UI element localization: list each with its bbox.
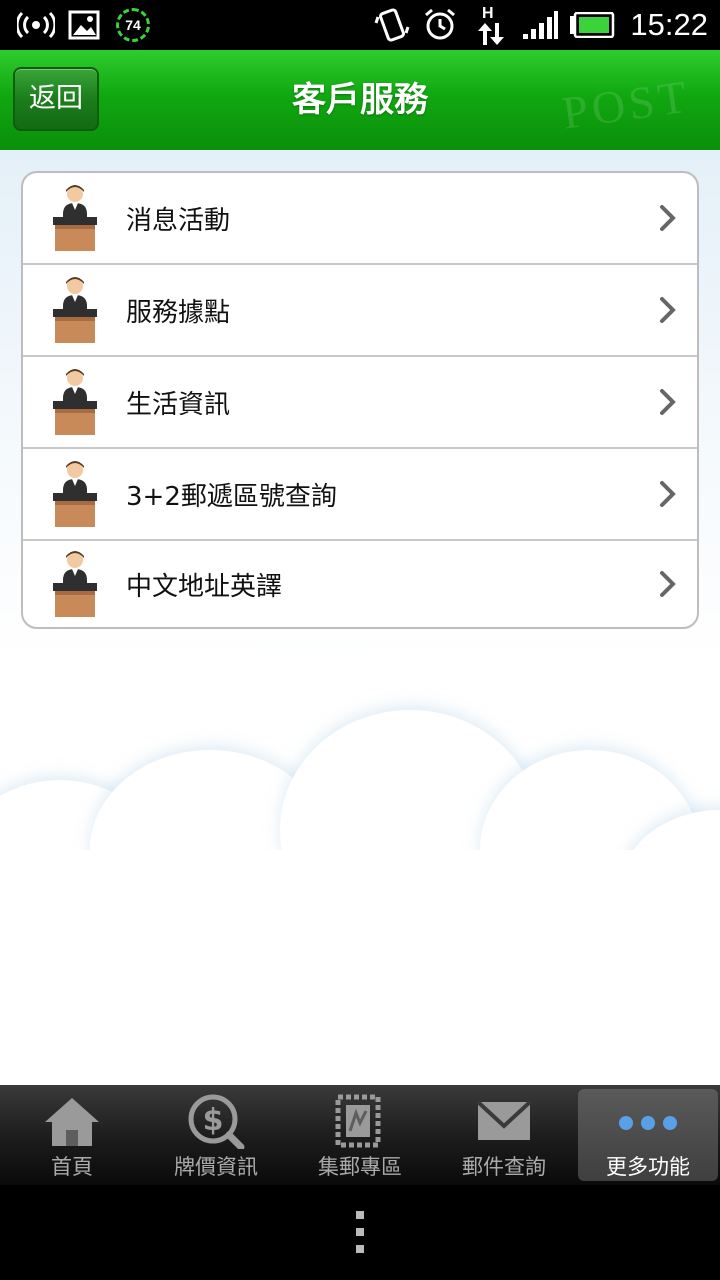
tab-exchange-rates[interactable]: $ 牌價資訊 xyxy=(144,1085,288,1185)
chevron-right-icon xyxy=(660,481,676,507)
tab-more[interactable]: 更多功能 xyxy=(578,1089,718,1181)
tab-mail-tracking[interactable]: 郵件查詢 xyxy=(432,1085,576,1185)
stamp-icon xyxy=(330,1093,390,1149)
wireless-icon xyxy=(16,0,56,50)
alarm-icon xyxy=(420,0,460,50)
svg-text:$: $ xyxy=(203,1103,224,1138)
progress-badge: 74 xyxy=(116,8,150,42)
tab-label: 牌價資訊 xyxy=(174,1155,258,1179)
ground-fill xyxy=(0,850,720,1085)
more-dots-icon xyxy=(616,1097,680,1149)
menu-item-label: 生活資訊 xyxy=(126,389,231,420)
chevron-right-icon xyxy=(660,205,676,231)
vibrate-icon xyxy=(372,0,412,50)
chevron-right-icon xyxy=(660,389,676,415)
battery-icon xyxy=(568,0,616,50)
mail-icon xyxy=(474,1093,534,1149)
home-icon xyxy=(42,1093,102,1149)
service-staff-icon xyxy=(53,185,97,251)
menu-item-label: 中文地址英譯 xyxy=(126,571,283,602)
menu-item-label: 服務據點 xyxy=(126,297,231,328)
service-menu-list: 消息活動 服務據點 生活資訊 3+2郵遞區號查詢 中文地址英譯 xyxy=(21,171,699,629)
back-button[interactable]: 返回 xyxy=(13,67,99,131)
svg-text:H: H xyxy=(482,5,494,22)
content-area: 消息活動 服務據點 生活資訊 3+2郵遞區號查詢 中文地址英譯 xyxy=(0,150,720,1085)
tab-label: 更多功能 xyxy=(606,1155,690,1179)
signal-icon xyxy=(520,0,560,50)
menu-item-life-info[interactable]: 生活資訊 xyxy=(23,355,697,447)
menu-item-service-locations[interactable]: 服務據點 xyxy=(23,263,697,355)
tab-philately[interactable]: 集郵專區 xyxy=(288,1085,432,1185)
bottom-tab-bar: 首頁 $ 牌價資訊 集郵專區 郵件查詢 更多功能 xyxy=(0,1085,720,1185)
service-staff-icon xyxy=(53,551,97,617)
image-icon xyxy=(67,0,101,50)
service-staff-icon xyxy=(53,461,97,527)
status-time: 15:22 xyxy=(630,7,708,42)
tab-label: 首頁 xyxy=(51,1155,93,1179)
status-bar: 74 H 15:22 xyxy=(0,0,720,50)
overflow-menu-icon[interactable] xyxy=(356,1211,364,1253)
dollar-search-icon: $ xyxy=(186,1093,246,1149)
menu-item-label: 3+2郵遞區號查詢 xyxy=(126,481,337,512)
service-staff-icon xyxy=(53,369,97,435)
header-background-art: POST xyxy=(558,70,693,139)
chevron-right-icon xyxy=(660,297,676,323)
download-progress-icon: 74 xyxy=(113,0,153,50)
tab-label: 集郵專區 xyxy=(318,1155,402,1179)
menu-item-news-events[interactable]: 消息活動 xyxy=(23,173,697,263)
header-bar: POST 返回 客戶服務 xyxy=(0,50,720,150)
menu-item-label: 消息活動 xyxy=(126,205,231,236)
menu-item-address-translation[interactable]: 中文地址英譯 xyxy=(23,539,697,627)
menu-item-postal-code-lookup[interactable]: 3+2郵遞區號查詢 xyxy=(23,447,697,539)
service-staff-icon xyxy=(53,277,97,343)
chevron-right-icon xyxy=(660,571,676,597)
system-nav-bar xyxy=(0,1185,720,1280)
tab-home[interactable]: 首頁 xyxy=(0,1085,144,1185)
tab-label: 郵件查詢 xyxy=(462,1155,546,1179)
hspa-data-icon: H xyxy=(472,0,508,50)
